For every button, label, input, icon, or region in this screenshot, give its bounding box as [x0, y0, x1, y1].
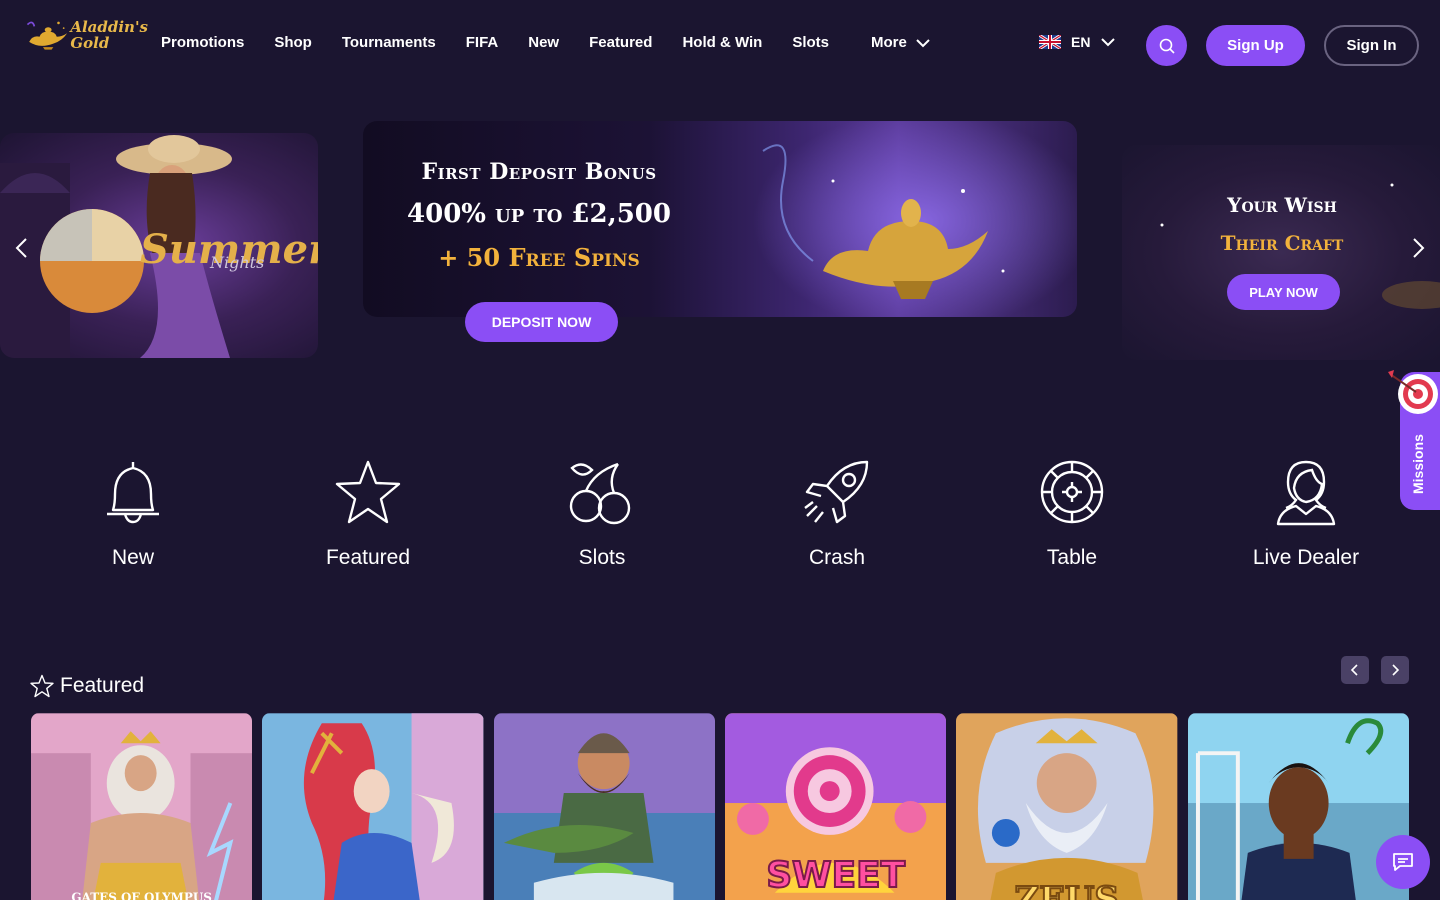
- category-live-dealer[interactable]: Live Dealer: [1206, 458, 1406, 570]
- carousel-prev-arrow-icon[interactable]: [12, 236, 32, 260]
- gates-of-olympus-logo-text: GATES OF OLYMPUS: [71, 891, 212, 900]
- play-now-button[interactable]: PLAY NOW: [1227, 274, 1340, 310]
- star-icon: [335, 460, 401, 524]
- nav-featured[interactable]: Featured: [589, 34, 652, 51]
- nav-tournaments[interactable]: Tournaments: [342, 34, 436, 51]
- site-logo[interactable]: Aladdin's Gold: [24, 10, 148, 60]
- game-card-mermaid[interactable]: [262, 713, 484, 900]
- category-crash-label: Crash: [808, 546, 866, 569]
- carousel-next-arrow-icon[interactable]: [1408, 236, 1428, 260]
- roulette-icon: [1040, 460, 1104, 524]
- dealer-icon: [1276, 460, 1336, 526]
- star-icon: [30, 674, 54, 698]
- mermaid-artwork: [262, 713, 484, 900]
- nights-subtitle: Nights: [209, 253, 264, 272]
- category-table[interactable]: Table: [972, 458, 1172, 570]
- nav-promotions[interactable]: Promotions: [161, 34, 244, 51]
- chevron-down-icon: [916, 38, 930, 47]
- category-bar: New Featured Slots Crash Table Live Deal…: [0, 458, 1440, 578]
- category-table-label: Table: [1046, 546, 1098, 569]
- featured-section-title: Featured: [30, 674, 144, 698]
- live-chat-button[interactable]: [1376, 835, 1430, 889]
- nav-fifa[interactable]: FIFA: [466, 34, 499, 51]
- game-card-football[interactable]: [1187, 713, 1409, 900]
- chevron-left-icon: [1350, 664, 1358, 676]
- category-crash[interactable]: Crash: [737, 458, 937, 570]
- game-card-big-bass[interactable]: [493, 713, 715, 900]
- your-wish-line-2: Their Craft: [1220, 231, 1344, 255]
- game-card-sweet-bonanza[interactable]: SWEET: [724, 713, 947, 900]
- rocket-icon: [804, 460, 869, 524]
- nav-hold-and-win[interactable]: Hold & Win: [682, 34, 762, 51]
- deposit-now-button[interactable]: DEPOSIT NOW: [465, 302, 618, 342]
- football-artwork: [1187, 713, 1409, 900]
- category-live-dealer-label: Live Dealer: [1252, 546, 1360, 569]
- gates-of-olympus-artwork: GATES OF OLYMPUS: [31, 713, 253, 900]
- category-featured-label: Featured: [325, 546, 411, 569]
- bell-icon: [107, 462, 159, 524]
- nav-shop[interactable]: Shop: [274, 34, 312, 51]
- featured-prev-button[interactable]: [1341, 656, 1369, 684]
- featured-next-button[interactable]: [1381, 656, 1409, 684]
- search-button[interactable]: [1146, 25, 1187, 66]
- category-featured[interactable]: Featured: [268, 458, 468, 570]
- category-new-label: New: [111, 546, 154, 569]
- category-slots-label: Slots: [578, 546, 626, 569]
- featured-title-label: Featured: [60, 674, 145, 697]
- logo-text: Aladdin's Gold: [70, 19, 148, 51]
- target-icon: [1388, 370, 1438, 414]
- first-deposit-title: First Deposit Bonus: [421, 159, 657, 185]
- nav-slots[interactable]: Slots: [792, 34, 829, 51]
- banner-your-wish[interactable]: Your Wish Their Craft: [1122, 145, 1440, 360]
- chat-icon: [1393, 853, 1413, 871]
- banner-first-deposit[interactable]: First Deposit Bonus 400% up to £2,500 + …: [363, 121, 1077, 317]
- sign-up-button[interactable]: Sign Up: [1206, 25, 1305, 66]
- main-nav: Promotions Shop Tournaments FIFA New Fea…: [161, 34, 931, 51]
- chevron-down-icon: [1101, 38, 1116, 47]
- category-slots[interactable]: Slots: [502, 458, 702, 570]
- chevron-right-icon: [1392, 664, 1400, 676]
- first-deposit-text: First Deposit Bonus 400% up to £2,500 + …: [363, 159, 715, 272]
- banner-summer-nights[interactable]: Summer Nights: [0, 133, 318, 358]
- logo-line-1: Aladdin's: [70, 18, 148, 36]
- sweet-bonanza-logo-text: SWEET: [766, 855, 905, 896]
- sweet-bonanza-artwork: SWEET: [724, 713, 947, 900]
- nav-more-label: More: [871, 34, 907, 51]
- language-code: EN: [1071, 34, 1091, 50]
- language-selector[interactable]: EN: [1039, 34, 1116, 50]
- sign-in-button[interactable]: Sign In: [1324, 25, 1419, 66]
- search-icon: [1159, 38, 1175, 54]
- category-new[interactable]: New: [33, 458, 233, 570]
- game-card-gates-of-olympus[interactable]: GATES OF OLYMPUS: [31, 713, 253, 900]
- nav-new[interactable]: New: [528, 34, 559, 51]
- game-card-zeus[interactable]: ZEUS: [956, 713, 1178, 900]
- cherries-icon: [569, 462, 631, 525]
- uk-flag-icon: [1039, 35, 1061, 49]
- logo-line-2: Gold: [70, 34, 110, 52]
- first-deposit-spins: + 50 Free Spins: [438, 243, 640, 272]
- nav-more-dropdown[interactable]: More: [871, 34, 931, 51]
- zeus-logo-text: ZEUS: [1015, 879, 1120, 900]
- first-deposit-amount: 400% up to £2,500: [407, 199, 671, 229]
- site-header: Aladdin's Gold Promotions Shop Tournamen…: [0, 0, 1440, 90]
- your-wish-text: Your Wish Their Craft: [1182, 193, 1382, 255]
- summer-nights-artwork: Summer Nights: [0, 135, 318, 358]
- big-bass-artwork: [493, 713, 715, 900]
- featured-games-row: GATES OF OLYMPUS SWEET ZEUS: [31, 713, 1409, 900]
- zeus-artwork: ZEUS: [956, 713, 1178, 900]
- your-wish-line-1: Your Wish: [1227, 193, 1337, 217]
- magic-lamp-icon: [26, 21, 68, 50]
